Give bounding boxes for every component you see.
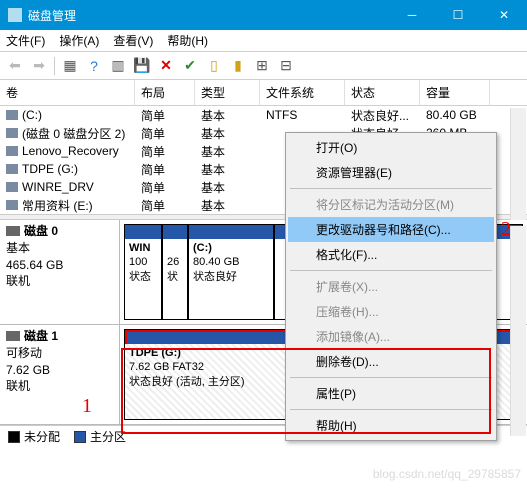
partition[interactable]: 26状 bbox=[162, 224, 188, 320]
scrollbar-vertical[interactable] bbox=[510, 108, 526, 220]
annotation-2: 2 bbox=[501, 218, 511, 241]
menu-item[interactable]: 属性(P) bbox=[288, 381, 494, 406]
menu-separator bbox=[290, 377, 492, 378]
layout2-icon[interactable]: ⊟ bbox=[275, 55, 297, 77]
context-menu: 打开(O)资源管理器(E) 将分区标记为活动分区(M)更改驱动器号和路径(C)..… bbox=[285, 132, 497, 441]
check-icon[interactable]: ✔ bbox=[179, 55, 201, 77]
disk0-info: 磁盘 0 基本 465.64 GB 联机 bbox=[0, 220, 120, 324]
menu-action[interactable]: 操作(A) bbox=[59, 32, 99, 49]
volume-icon bbox=[6, 200, 18, 210]
col-layout[interactable]: 布局 bbox=[135, 80, 195, 105]
grid-icon[interactable]: ▦ bbox=[59, 55, 81, 77]
annotation-1: 1 bbox=[82, 395, 92, 418]
separator bbox=[54, 57, 55, 75]
help-icon[interactable]: ? bbox=[83, 55, 105, 77]
menubar: 文件(F) 操作(A) 查看(V) 帮助(H) bbox=[0, 30, 527, 52]
maximize-button[interactable]: ☐ bbox=[435, 0, 481, 30]
partition[interactable]: WIN100状态 bbox=[124, 224, 162, 320]
table-row[interactable]: (C:) 简单基本 NTFS状态良好...80.40 GB bbox=[0, 106, 527, 124]
menu-file[interactable]: 文件(F) bbox=[6, 32, 45, 49]
disk1-info: 磁盘 1 可移动 7.62 GB 联机 bbox=[0, 325, 120, 424]
chart1-icon[interactable]: ▯ bbox=[203, 55, 225, 77]
menu-separator bbox=[290, 188, 492, 189]
col-filesystem[interactable]: 文件系统 bbox=[260, 80, 345, 105]
toolbar: ⬅ ➡ ▦ ? ▥ 💾 ✕ ✔ ▯ ▮ ⊞ ⊟ bbox=[0, 52, 527, 80]
col-status[interactable]: 状态 bbox=[345, 80, 420, 105]
col-volume[interactable]: 卷 bbox=[0, 80, 135, 105]
menu-view[interactable]: 查看(V) bbox=[113, 32, 153, 49]
titlebar: 磁盘管理 ─ ☐ ✕ bbox=[0, 0, 527, 30]
volume-icon bbox=[6, 128, 18, 138]
disk-icon bbox=[6, 226, 20, 236]
volume-icon bbox=[6, 182, 18, 192]
col-type[interactable]: 类型 bbox=[195, 80, 260, 105]
menu-item[interactable]: 打开(O) bbox=[288, 135, 494, 160]
close-button[interactable]: ✕ bbox=[481, 0, 527, 30]
disk-icon[interactable]: 💾 bbox=[131, 55, 153, 77]
menu-item[interactable]: 帮助(H) bbox=[288, 413, 494, 438]
layout-icon[interactable]: ⊞ bbox=[251, 55, 273, 77]
menu-item: 将分区标记为活动分区(M) bbox=[288, 192, 494, 217]
menu-item: 添加镜像(A)... bbox=[288, 324, 494, 349]
legend-primary: 主分区 bbox=[74, 428, 126, 445]
menu-item[interactable]: 删除卷(D)... bbox=[288, 349, 494, 374]
volume-icon bbox=[6, 164, 18, 174]
menu-separator bbox=[290, 270, 492, 271]
disk-icon bbox=[6, 331, 20, 341]
settings-icon[interactable]: ▥ bbox=[107, 55, 129, 77]
window-title: 磁盘管理 bbox=[28, 7, 389, 24]
col-capacity[interactable]: 容量 bbox=[420, 80, 490, 105]
menu-help[interactable]: 帮助(H) bbox=[167, 32, 208, 49]
minimize-button[interactable]: ─ bbox=[389, 0, 435, 30]
volume-icon bbox=[6, 110, 18, 120]
app-icon bbox=[8, 8, 22, 22]
legend-unallocated: 未分配 bbox=[8, 428, 60, 445]
scrollbar-vertical[interactable] bbox=[510, 226, 526, 436]
menu-item: 扩展卷(X)... bbox=[288, 274, 494, 299]
partition[interactable]: (C:)80.40 GB状态良好 bbox=[188, 224, 274, 320]
menu-item[interactable]: 资源管理器(E) bbox=[288, 160, 494, 185]
menu-separator bbox=[290, 409, 492, 410]
menu-item: 压缩卷(H)... bbox=[288, 299, 494, 324]
chart2-icon[interactable]: ▮ bbox=[227, 55, 249, 77]
menu-item[interactable]: 更改驱动器号和路径(C)... bbox=[288, 217, 494, 242]
back-icon: ⬅ bbox=[4, 55, 26, 77]
watermark: blog.csdn.net/qq_29785857 bbox=[373, 467, 521, 481]
menu-item[interactable]: 格式化(F)... bbox=[288, 242, 494, 267]
volume-icon bbox=[6, 146, 18, 156]
forward-icon: ➡ bbox=[28, 55, 50, 77]
volume-list-header: 卷 布局 类型 文件系统 状态 容量 bbox=[0, 80, 527, 106]
delete-icon[interactable]: ✕ bbox=[155, 55, 177, 77]
